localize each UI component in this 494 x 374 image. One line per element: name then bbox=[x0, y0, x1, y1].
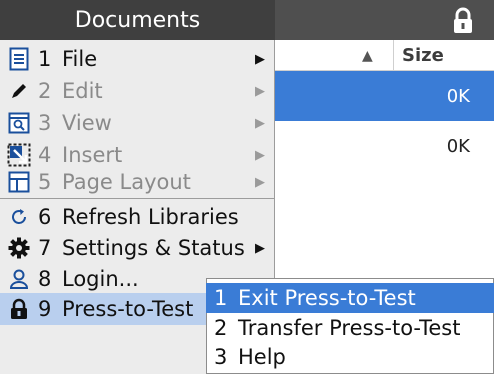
user-icon bbox=[4, 265, 34, 293]
sort-ascending-icon[interactable]: ▲ bbox=[362, 48, 378, 64]
menu-item-label: Edit bbox=[62, 79, 103, 103]
menu-item-number: 4 bbox=[38, 143, 52, 167]
size-column-header[interactable]: Size bbox=[393, 40, 494, 71]
page-layout-icon bbox=[4, 168, 34, 196]
menu-item-number: 7 bbox=[38, 236, 52, 260]
menu-item-number: 2 bbox=[38, 79, 52, 103]
menu-separator bbox=[0, 198, 275, 199]
submenu-item-transfer-press-to-test[interactable]: 2 Transfer Press-to-Test bbox=[206, 313, 494, 343]
menu-item-label: Insert bbox=[62, 143, 123, 167]
menu-item-view[interactable]: 3 View ▶ bbox=[0, 107, 275, 139]
menu-item-label: Settings & Status bbox=[62, 236, 245, 260]
menu-item-number: 1 bbox=[38, 47, 52, 71]
file-size-cell: 0K bbox=[446, 85, 470, 107]
menu-item-file[interactable]: 1 File ▶ bbox=[0, 43, 275, 75]
submenu-item-label: Exit Press-to-Test bbox=[238, 286, 416, 310]
view-icon bbox=[4, 109, 34, 137]
submenu-item-label: Help bbox=[238, 345, 286, 369]
menu-item-settings-status[interactable]: 7 Settings & Status ▶ bbox=[0, 232, 275, 264]
submenu-item-number: 2 bbox=[214, 316, 228, 340]
menu-item-label: View bbox=[62, 111, 112, 135]
menu-item-number: 9 bbox=[38, 297, 52, 321]
submenu-arrow-icon: ▶ bbox=[255, 147, 265, 163]
menu-item-number: 6 bbox=[38, 205, 52, 229]
documents-menu-title: Documents bbox=[0, 0, 275, 40]
submenu-item-number: 3 bbox=[214, 345, 228, 369]
file-size-cell: 0K bbox=[446, 135, 470, 157]
submenu-arrow-icon: ▶ bbox=[255, 51, 265, 67]
lock-icon bbox=[451, 7, 475, 34]
menu-item-edit[interactable]: 2 Edit ▶ bbox=[0, 75, 275, 107]
menu-item-number: 5 bbox=[38, 170, 52, 194]
submenu-item-number: 1 bbox=[214, 286, 228, 310]
gear-icon bbox=[4, 234, 34, 262]
submenu-arrow-icon: ▶ bbox=[255, 240, 265, 256]
submenu-arrow-icon: ▶ bbox=[255, 174, 265, 190]
menu-item-page-layout[interactable]: 5 Page Layout ▶ bbox=[0, 166, 275, 198]
menu-item-label: Page Layout bbox=[62, 170, 191, 194]
insert-icon bbox=[4, 141, 34, 169]
menu-item-number: 3 bbox=[38, 111, 52, 135]
submenu-arrow-icon: ▶ bbox=[255, 115, 265, 131]
submenu-item-exit-press-to-test[interactable]: 1 Exit Press-to-Test bbox=[206, 283, 494, 313]
file-icon bbox=[4, 45, 34, 73]
menu-item-label: File bbox=[62, 47, 98, 71]
submenu-item-label: Transfer Press-to-Test bbox=[238, 316, 461, 340]
menu-item-refresh-libraries[interactable]: 6 Refresh Libraries bbox=[0, 201, 275, 233]
submenu-arrow-icon: ▶ bbox=[255, 83, 265, 99]
refresh-icon bbox=[4, 203, 34, 231]
pencil-icon bbox=[4, 77, 34, 105]
lock-icon bbox=[4, 295, 34, 323]
submenu-item-help[interactable]: 3 Help bbox=[206, 342, 494, 372]
menu-item-label: Refresh Libraries bbox=[62, 205, 239, 229]
menu-item-number: 8 bbox=[38, 267, 52, 291]
